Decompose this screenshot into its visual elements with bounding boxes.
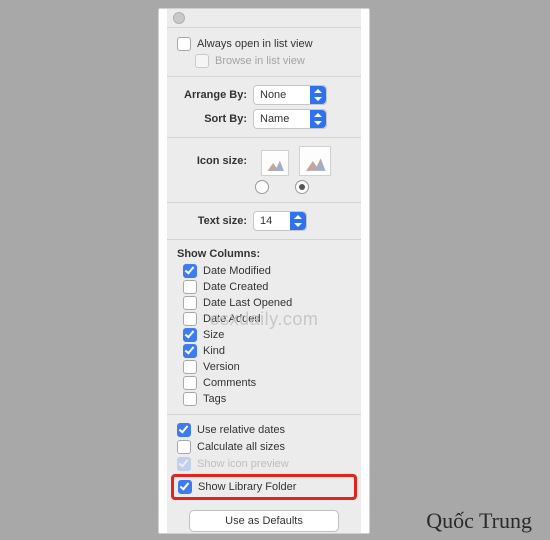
view-options-panel: Always open in list view Browse in list … xyxy=(167,9,361,533)
column-row[interactable]: Date Modified xyxy=(183,264,351,278)
icon-size-small-thumb xyxy=(261,150,289,176)
column-label: Date Modified xyxy=(203,265,271,277)
calc-sizes-checkbox[interactable] xyxy=(177,440,191,454)
column-label: Comments xyxy=(203,377,256,389)
always-open-label: Always open in list view xyxy=(197,38,313,50)
show-library-highlight: Show Library Folder xyxy=(171,474,357,500)
titlebar xyxy=(167,9,361,28)
signature-text: Quốc Trung xyxy=(426,508,532,534)
column-checkbox[interactable] xyxy=(183,264,197,278)
text-size-row: Text size: 14 xyxy=(177,211,351,231)
calc-sizes-row[interactable]: Calculate all sizes xyxy=(177,440,351,454)
column-row[interactable]: Version xyxy=(183,360,351,374)
text-size-label: Text size: xyxy=(177,215,253,227)
column-row[interactable]: Date Last Opened xyxy=(183,296,351,310)
icon-preview-row[interactable]: Show icon preview xyxy=(177,457,351,471)
sort-by-value: Name xyxy=(260,113,289,125)
icon-size-radio-group xyxy=(255,180,351,194)
stepper-arrows-icon xyxy=(310,110,326,128)
column-checkbox[interactable] xyxy=(183,360,197,374)
close-icon[interactable] xyxy=(173,12,185,24)
show-library-row[interactable]: Show Library Folder xyxy=(178,480,350,494)
arrange-by-label: Arrange By: xyxy=(177,89,253,101)
use-as-defaults-button[interactable]: Use as Defaults xyxy=(189,510,339,532)
column-row[interactable]: Kind xyxy=(183,344,351,358)
column-label: Version xyxy=(203,361,240,373)
relative-dates-checkbox[interactable] xyxy=(177,423,191,437)
arrange-by-value: None xyxy=(260,89,286,101)
divider xyxy=(167,202,361,203)
column-row[interactable]: Date Added xyxy=(183,312,351,326)
column-checkbox[interactable] xyxy=(183,312,197,326)
column-checkbox[interactable] xyxy=(183,392,197,406)
icon-size-small-radio[interactable] xyxy=(255,180,269,194)
icon-size-large-thumb xyxy=(299,146,331,176)
column-label: Tags xyxy=(203,393,226,405)
window-frame: Always open in list view Browse in list … xyxy=(158,8,370,534)
column-checkbox[interactable] xyxy=(183,296,197,310)
icon-preview-checkbox[interactable] xyxy=(177,457,191,471)
arrange-by-row: Arrange By: None xyxy=(177,85,351,105)
sort-by-row: Sort By: Name xyxy=(177,109,351,129)
text-size-select[interactable]: 14 xyxy=(253,211,307,231)
column-label: Size xyxy=(203,329,224,341)
column-label: Date Last Opened xyxy=(203,297,292,309)
browse-checkbox xyxy=(195,54,209,68)
column-label: Date Added xyxy=(203,313,261,325)
stepper-arrows-icon xyxy=(290,212,306,230)
column-row[interactable]: Tags xyxy=(183,392,351,406)
column-label: Kind xyxy=(203,345,225,357)
divider xyxy=(167,414,361,415)
show-library-checkbox[interactable] xyxy=(178,480,192,494)
column-row[interactable]: Size xyxy=(183,328,351,342)
sort-by-select[interactable]: Name xyxy=(253,109,327,129)
icon-preview-label: Show icon preview xyxy=(197,458,289,470)
column-checkbox[interactable] xyxy=(183,344,197,358)
divider xyxy=(167,239,361,240)
browse-label: Browse in list view xyxy=(215,55,305,67)
divider xyxy=(167,76,361,77)
relative-dates-label: Use relative dates xyxy=(197,424,285,436)
arrange-by-select[interactable]: None xyxy=(253,85,327,105)
always-open-checkbox[interactable] xyxy=(177,37,191,51)
column-row[interactable]: Date Created xyxy=(183,280,351,294)
column-checkbox[interactable] xyxy=(183,280,197,294)
show-columns-title: Show Columns: xyxy=(177,248,351,260)
columns-list: Date Modified Date Created Date Last Opene… xyxy=(177,264,351,406)
stepper-arrows-icon xyxy=(310,86,326,104)
sort-by-label: Sort By: xyxy=(177,113,253,125)
icon-size-row: Icon size: xyxy=(177,146,351,176)
divider xyxy=(167,137,361,138)
always-open-row[interactable]: Always open in list view xyxy=(177,37,351,51)
column-checkbox[interactable] xyxy=(183,328,197,342)
column-checkbox[interactable] xyxy=(183,376,197,390)
column-row[interactable]: Comments xyxy=(183,376,351,390)
icon-size-large-radio[interactable] xyxy=(295,180,309,194)
browse-row: Browse in list view xyxy=(195,54,351,68)
column-label: Date Created xyxy=(203,281,268,293)
calc-sizes-label: Calculate all sizes xyxy=(197,441,285,453)
icon-size-label: Icon size: xyxy=(177,155,253,167)
show-library-label: Show Library Folder xyxy=(198,481,296,493)
text-size-value: 14 xyxy=(260,215,272,227)
relative-dates-row[interactable]: Use relative dates xyxy=(177,423,351,437)
